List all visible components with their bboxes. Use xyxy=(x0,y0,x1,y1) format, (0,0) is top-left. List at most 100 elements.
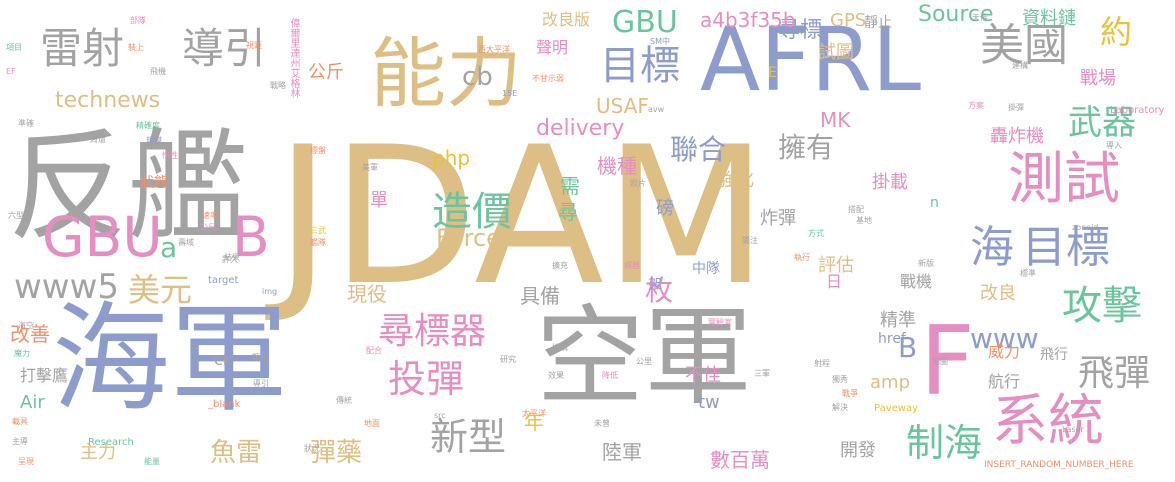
cloud-word: 新版 xyxy=(918,259,934,268)
cloud-word: 太平洋 xyxy=(522,409,546,418)
cloud-word: 項目 xyxy=(6,43,22,52)
cloud-word: 不佳 xyxy=(685,365,721,386)
cloud-word: src xyxy=(434,411,446,420)
cloud-word: 飛機 xyxy=(150,67,166,76)
cloud-word: 壽域 xyxy=(178,238,194,247)
cloud-word: 主導 xyxy=(12,437,28,446)
cloud-word: 艦隊 xyxy=(310,238,326,247)
cloud-word: 準確 xyxy=(18,119,34,128)
cloud-word: 周遭 xyxy=(90,135,106,144)
cloud-word: 航行 xyxy=(988,372,1021,391)
cloud-word: www5 xyxy=(14,267,120,307)
cloud-word: Air xyxy=(20,392,45,413)
cloud-word: 靜止 xyxy=(864,15,892,31)
cloud-word: 目標 xyxy=(1022,222,1110,273)
cloud-word: GPS xyxy=(830,10,867,31)
cloud-word: 海 xyxy=(970,222,1014,273)
cloud-word: 日 xyxy=(826,272,843,291)
cloud-word: 降低 xyxy=(602,371,618,380)
cloud-word: 地面 xyxy=(364,419,380,428)
cloud-word: a xyxy=(160,231,178,264)
cloud-word: 尋標器 xyxy=(378,311,487,352)
cloud-word: 數百萬 xyxy=(710,448,770,472)
word-cloud: JDAM 反艦 海軍 空軍 AFRL 能力 F GBU B 雷射 導引 測試 系統 目標海美國 目標 造價 尋標… xyxy=(0,0,1175,482)
cloud-word: 採購 xyxy=(552,343,568,352)
cloud-word: 配合 xyxy=(366,346,382,355)
cloud-word: 戰爭 xyxy=(842,389,858,398)
cloud-word: EF xyxy=(6,67,16,76)
cloud-word: 效果 xyxy=(548,371,564,380)
cloud-word: 呈現 xyxy=(18,457,34,466)
cloud-word: avw xyxy=(648,105,665,114)
cloud-word: 擴充 xyxy=(552,261,568,270)
cloud-word: 投彈 xyxy=(388,357,465,401)
cloud-word: 建構 xyxy=(1012,61,1028,70)
cloud-word: a4b3f35b xyxy=(700,8,796,32)
cloud-word: 搭配 xyxy=(848,205,864,214)
cloud-word: 尋 xyxy=(558,200,578,224)
cloud-word: 陸軍 xyxy=(602,440,642,464)
cloud-word: 約 xyxy=(1100,13,1133,51)
cloud-word: 聯合 xyxy=(670,133,727,166)
cloud-word: 威力 xyxy=(988,342,1021,361)
cloud-word: 試圖 xyxy=(818,42,854,63)
cloud-word: Research xyxy=(88,437,134,448)
cloud-word: 惰性 xyxy=(162,151,178,160)
cloud-word: 制海 xyxy=(906,421,983,465)
cloud-word: n xyxy=(930,195,939,211)
cloud-word: MK xyxy=(820,108,851,132)
cloud-word: 單 xyxy=(370,190,388,211)
cloud-word: 關注 xyxy=(742,236,758,245)
cloud-word: 不甘示弱 xyxy=(532,74,564,83)
cloud-word: 美軍 xyxy=(362,163,378,172)
cloud-word: 公斤 xyxy=(308,62,344,83)
cloud-word: 規模 xyxy=(146,136,162,145)
cloud-word: 地圖 xyxy=(932,357,948,366)
cloud-word: 擁有 xyxy=(778,131,835,164)
cloud-word: 轟炸機 xyxy=(990,126,1044,147)
cloud-word: 公尺 xyxy=(200,223,216,232)
cloud-word: 解決 xyxy=(832,403,848,412)
cloud-word: 標盤 xyxy=(310,146,326,155)
cloud-word: 強化 xyxy=(718,170,754,191)
cloud-word: Force xyxy=(436,224,501,252)
cloud-word: 類型 xyxy=(252,353,268,362)
cloud-word: 改良 xyxy=(980,283,1016,304)
cloud-word: 結果 xyxy=(224,253,240,262)
cloud-word: tw xyxy=(698,392,720,413)
cloud-word: href xyxy=(878,331,906,347)
cloud-word: 照片 xyxy=(630,179,646,188)
cloud-word: 偉爾里達州艾格林 xyxy=(288,18,299,98)
cloud-word: Laser xyxy=(1062,425,1084,434)
cloud-word: Laboratory xyxy=(1110,105,1165,116)
cloud-word: 狀況 xyxy=(304,444,320,453)
cloud-word: 精確度 xyxy=(136,121,160,130)
cloud-word: 魚雷 xyxy=(210,438,263,468)
cloud-word: 資料鏈 xyxy=(1022,8,1076,29)
cloud-word: 開發 xyxy=(840,440,876,461)
cloud-word: technews xyxy=(55,88,161,113)
cloud-word: 飛行 xyxy=(1040,347,1068,363)
cloud-word: delivery xyxy=(536,116,625,141)
cloud-word: 魔力 xyxy=(14,349,30,358)
cloud-word: 具備 xyxy=(520,284,560,308)
cloud-word: 機種 xyxy=(597,154,637,178)
cloud-word: USAF xyxy=(596,94,649,118)
cloud-word: 方案 xyxy=(968,101,984,110)
cloud-word: 能量 xyxy=(144,457,160,466)
cloud-word: 傳統 xyxy=(336,396,352,405)
cloud-word: 裝上 xyxy=(128,43,144,52)
cloud-word: 攻擊 xyxy=(1062,283,1142,329)
cloud-word: 方式 xyxy=(808,229,824,238)
cloud-word: zoneid xyxy=(1072,223,1099,232)
cloud-word: 導引 xyxy=(253,379,269,388)
cloud-word: 獨秀 xyxy=(832,375,848,384)
cloud-word: 射程 xyxy=(814,359,830,368)
cloud-word: INSERT_RANDOM_NUMBER_HERE xyxy=(984,460,1134,470)
cloud-word: 架 xyxy=(648,277,662,293)
cloud-word: 聲明 xyxy=(536,38,569,57)
cloud-word: 飛彈 xyxy=(1078,353,1151,394)
cloud-word: GBU xyxy=(612,5,678,40)
cloud-word: 部隊 xyxy=(130,16,146,25)
cloud-word: amp xyxy=(870,372,910,393)
